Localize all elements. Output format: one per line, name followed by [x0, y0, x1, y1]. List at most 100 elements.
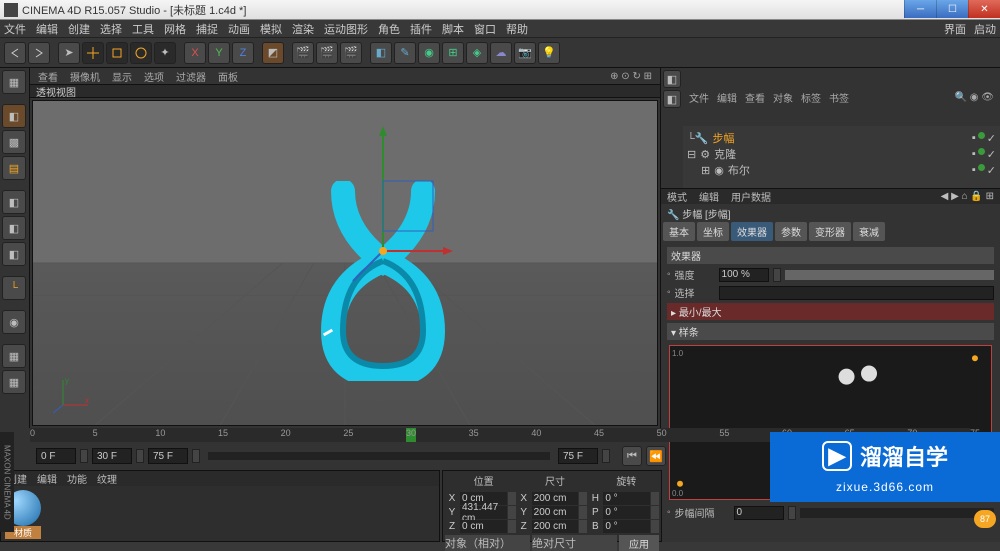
gap-field[interactable]: 0	[734, 506, 784, 520]
axis-y-lock[interactable]: Y	[208, 42, 230, 64]
menu-snap[interactable]: 捕捉	[196, 21, 218, 37]
spinner[interactable]	[651, 520, 659, 533]
menu-render[interactable]: 渲染	[292, 21, 314, 37]
layer-tag-icon[interactable]: ▪	[972, 164, 976, 177]
vp-menu-display[interactable]: 显示	[112, 69, 132, 84]
nurbs-button[interactable]: ◉	[418, 42, 440, 64]
spinner[interactable]	[579, 520, 587, 533]
menu-script[interactable]: 脚本	[442, 21, 464, 37]
attr-section-spline[interactable]: ▾ 样条	[667, 323, 994, 340]
coord-field[interactable]: 200 cm	[532, 492, 579, 505]
layer-tag-icon[interactable]: ▪	[972, 132, 976, 145]
camera-button[interactable]: 📷	[514, 42, 536, 64]
expand-icon[interactable]: ⊟	[687, 148, 696, 161]
selection-field[interactable]	[719, 286, 994, 300]
visibility-dot[interactable]	[978, 148, 985, 155]
attr-userdata[interactable]: 用户数据	[731, 189, 771, 204]
om-search-icon[interactable]: 🔍 ◉ 👁	[955, 92, 994, 103]
make-editable-button[interactable]: ▦	[2, 70, 26, 94]
strength-slider[interactable]	[785, 270, 994, 280]
tab-falloff[interactable]: 衰减	[853, 222, 885, 241]
obj-row-boole[interactable]: ⊞ ◉ 布尔 ▪✓	[687, 162, 996, 178]
spinner[interactable]	[508, 492, 516, 505]
menu-file[interactable]: 文件	[4, 21, 26, 37]
spinner[interactable]	[579, 506, 587, 519]
goto-start-button[interactable]: ⏮	[622, 446, 642, 466]
start-frame-field[interactable]: 0 F	[36, 448, 76, 464]
render-view-button[interactable]: 🎬	[292, 42, 314, 64]
obj-row-step[interactable]: └🔧 步幅 ▪✓	[687, 130, 996, 146]
spinner[interactable]	[651, 506, 659, 519]
coord-field[interactable]: 0 cm	[460, 520, 507, 533]
spinner[interactable]	[508, 520, 516, 533]
attr-edit[interactable]: 编辑	[699, 189, 719, 204]
coord-field[interactable]: 200 cm	[532, 520, 579, 533]
polygon-mode-button[interactable]: ◧	[2, 242, 26, 266]
menu-tools[interactable]: 工具	[132, 21, 154, 37]
scale-tool[interactable]	[106, 42, 128, 64]
vp-menu-view[interactable]: 查看	[38, 69, 58, 84]
lastused-tool[interactable]: ✦	[154, 42, 176, 64]
spinner[interactable]	[602, 449, 610, 463]
range-slider[interactable]	[208, 452, 550, 460]
menu-edit[interactable]: 编辑	[36, 21, 58, 37]
object-tree[interactable]: └🔧 步幅 ▪✓ ⊟ ⚙ 克隆 ▪✓ ⊞ ◉ 布尔 ▪✓	[683, 126, 1000, 188]
primitive-cube-button[interactable]: ◧	[370, 42, 392, 64]
render-region-button[interactable]: 🎬	[316, 42, 338, 64]
layout-dropdown[interactable]: 启动	[974, 21, 996, 37]
coord-mode-dropdown[interactable]: 对象（相对）	[445, 535, 530, 551]
axis-x-lock[interactable]: X	[184, 42, 206, 64]
layer-tag-icon[interactable]: ▪	[972, 148, 976, 161]
edge-mode-button[interactable]: ◧	[2, 216, 26, 240]
spinner[interactable]	[508, 506, 516, 519]
coord-field[interactable]: 0 °	[603, 492, 650, 505]
visibility-dot[interactable]	[978, 132, 985, 139]
om-edit[interactable]: 编辑	[717, 90, 737, 105]
select-tool[interactable]: ➤	[58, 42, 80, 64]
viewport-solo2-button[interactable]: ▦	[2, 370, 26, 394]
window-maximize-button[interactable]: ☐	[936, 0, 968, 18]
obj-filter2-button[interactable]: ◧	[663, 90, 681, 108]
attr-section-minmax[interactable]: ▸ 最小/最大	[667, 303, 994, 320]
mat-tex[interactable]: 纹理	[97, 471, 117, 486]
spinner[interactable]	[192, 449, 200, 463]
om-file[interactable]: 文件	[689, 90, 709, 105]
window-minimize-button[interactable]: ─	[904, 0, 936, 18]
obj-row-cloner[interactable]: ⊟ ⚙ 克隆 ▪✓	[687, 146, 996, 162]
strength-spinner[interactable]	[773, 268, 781, 282]
strength-field[interactable]: 100 %	[719, 268, 769, 282]
mat-func[interactable]: 功能	[67, 471, 87, 486]
spinner[interactable]	[136, 449, 144, 463]
gap-spinner[interactable]	[788, 506, 796, 520]
render-settings-button[interactable]: 🎬	[340, 42, 362, 64]
undo-button[interactable]	[4, 42, 26, 64]
menu-help[interactable]: 帮助	[506, 21, 528, 37]
tab-deformer[interactable]: 变形器	[809, 222, 851, 241]
tab-basic[interactable]: 基本	[663, 222, 695, 241]
end-frame-field[interactable]: 75 F	[148, 448, 188, 464]
spinner[interactable]	[579, 492, 587, 505]
spinner[interactable]	[651, 492, 659, 505]
axis-mode-button[interactable]: └	[2, 276, 26, 300]
visibility-dot[interactable]	[978, 164, 985, 171]
step-back-button[interactable]: ⏪	[646, 446, 666, 466]
redo-button[interactable]	[28, 42, 50, 64]
om-bookmarks[interactable]: 书签	[829, 90, 849, 105]
anim-dot[interactable]: ◦	[667, 269, 671, 280]
apply-button[interactable]: 应用	[619, 535, 659, 551]
vp-nav-icons[interactable]: ⊕ ⊙ ↻ ⊞	[610, 71, 652, 82]
menu-animate[interactable]: 动画	[228, 21, 250, 37]
axis-z-lock[interactable]: Z	[232, 42, 254, 64]
coord-field[interactable]: 0 °	[603, 520, 650, 533]
vp-menu-filter[interactable]: 过滤器	[176, 69, 206, 84]
attr-mode[interactable]: 模式	[667, 189, 687, 204]
rotate-tool[interactable]	[130, 42, 152, 64]
tab-effector[interactable]: 效果器	[731, 222, 773, 241]
coord-field[interactable]: 200 cm	[532, 506, 579, 519]
spline-pen-button[interactable]: ✎	[394, 42, 416, 64]
enable-snap-button[interactable]: ◉	[2, 310, 26, 334]
array-button[interactable]: ⊞	[442, 42, 464, 64]
attr-nav-icons[interactable]: ◀ ▶ ⌂ 🔒 ⊞	[941, 191, 994, 202]
menu-mograph[interactable]: 运动图形	[324, 21, 368, 37]
mat-edit[interactable]: 编辑	[37, 471, 57, 486]
